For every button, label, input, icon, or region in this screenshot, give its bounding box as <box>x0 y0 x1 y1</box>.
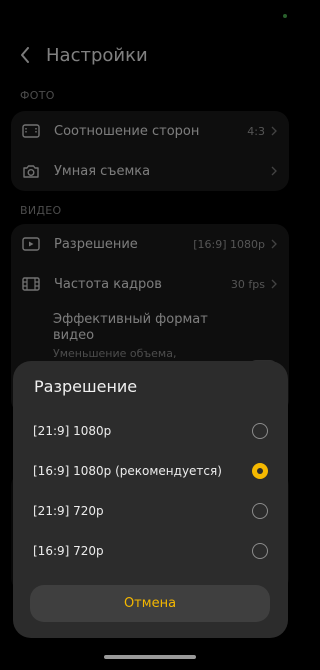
radio-button[interactable] <box>252 423 268 439</box>
home-indicator[interactable] <box>104 655 196 659</box>
option-label: [16:9] 1080p (рекомендуется) <box>33 464 222 478</box>
setting-aspect-ratio[interactable]: Соотношение сторон 4:3 <box>11 111 289 151</box>
option-label: [16:9] 720p <box>33 544 104 558</box>
setting-label: Умная съемка <box>54 163 151 179</box>
chevron-right-icon <box>271 165 279 177</box>
resolution-option[interactable]: [16:9] 720p <box>13 531 288 571</box>
setting-label: Соотношение сторон <box>54 123 200 139</box>
photo-settings-group: Соотношение сторон 4:3 Умная съемка <box>11 111 289 191</box>
radio-button-selected[interactable] <box>252 463 268 479</box>
video-resolution-icon <box>21 234 41 254</box>
film-icon <box>21 274 41 294</box>
header: Настройки <box>20 40 148 70</box>
radio-button[interactable] <box>252 543 268 559</box>
setting-label: Эффективный формат видео <box>53 312 208 343</box>
camera-icon <box>21 161 41 181</box>
resolution-option[interactable]: [21:9] 720p <box>13 491 288 531</box>
resolution-dialog: Разрешение [21:9] 1080p [16:9] 1080p (ре… <box>13 361 288 638</box>
resolution-option[interactable]: [16:9] 1080p (рекомендуется) <box>13 451 288 491</box>
setting-smart-capture[interactable]: Умная съемка <box>11 151 289 191</box>
chevron-right-icon <box>271 278 279 290</box>
page-title: Настройки <box>46 44 148 66</box>
radio-button[interactable] <box>252 503 268 519</box>
option-label: [21:9] 1080p <box>33 424 112 438</box>
section-label-video: ВИДЕО <box>20 204 62 217</box>
setting-sublabel: Уменьшение объема, <box>53 347 177 360</box>
status-indicator-dot <box>283 14 287 18</box>
setting-label: Разрешение <box>54 236 138 252</box>
setting-resolution[interactable]: Разрешение [16:9] 1080p <box>11 224 289 264</box>
setting-value: 30 fps <box>230 277 265 291</box>
cancel-button[interactable]: Отмена <box>30 585 270 622</box>
setting-efficient-format[interactable]: Эффективный формат видео Уменьшение объе… <box>53 312 253 360</box>
chevron-right-icon <box>271 238 279 250</box>
setting-frame-rate[interactable]: Частота кадров 30 fps <box>11 264 289 304</box>
dialog-title: Разрешение <box>34 377 138 396</box>
option-label: [21:9] 720p <box>33 504 104 518</box>
back-arrow-icon[interactable] <box>20 45 34 65</box>
setting-value: [16:9] 1080p <box>193 237 265 251</box>
resolution-option[interactable]: [21:9] 1080p <box>13 411 288 451</box>
chevron-right-icon <box>271 125 279 137</box>
section-label-photo: ФОТО <box>20 89 55 102</box>
aspect-ratio-icon <box>21 121 41 141</box>
setting-label: Частота кадров <box>54 276 162 292</box>
setting-value: 4:3 <box>247 124 265 138</box>
